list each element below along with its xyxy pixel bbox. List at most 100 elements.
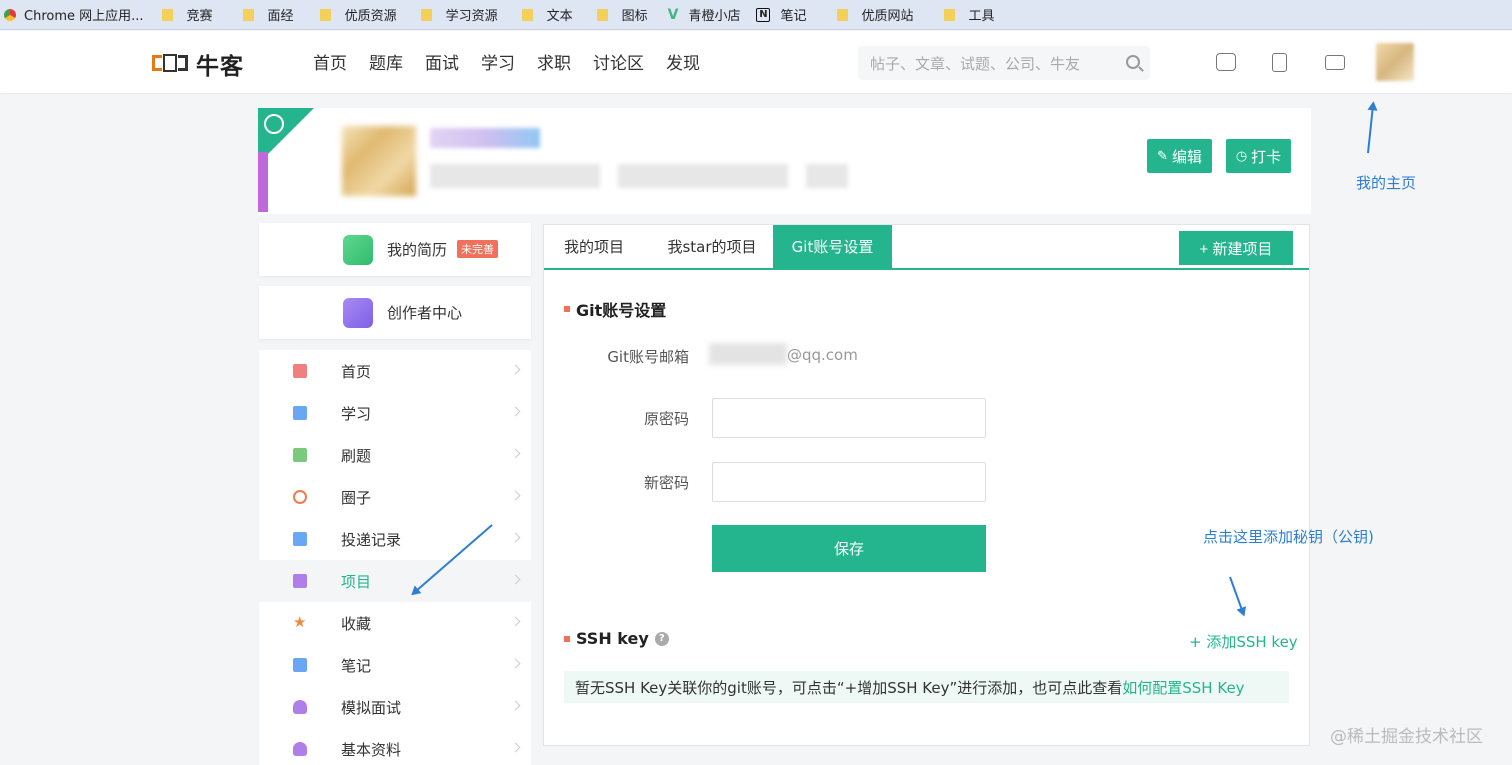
watermark: @稀土掘金技术社区: [1330, 727, 1483, 747]
bookmark-folder[interactable]: 图标: [596, 0, 648, 30]
folder-icon: [521, 8, 533, 21]
sidebar-item-favorites[interactable]: ★ 收藏: [259, 602, 531, 644]
status-badge: 未完善: [457, 240, 498, 258]
creator-icon: [343, 298, 373, 328]
folder-icon: [242, 8, 254, 21]
chevron-right-icon: [510, 700, 521, 711]
profile-card: ✎ 编辑 ◷ 打卡: [258, 108, 1311, 214]
tab-starred-projects[interactable]: 我star的项目: [652, 225, 772, 268]
email-suffix: @qq.com: [787, 346, 858, 364]
annotation-add-key: 点击这里添加秘钥（公钥): [1203, 528, 1374, 546]
new-project-button[interactable]: + 新建项目: [1179, 231, 1293, 265]
folder-icon: [596, 8, 608, 21]
bookmark-link[interactable]: N 笔记: [756, 0, 807, 30]
document-icon: [293, 406, 307, 420]
tab-git-settings[interactable]: Git账号设置: [773, 225, 892, 268]
resume-card[interactable]: 我的简历 未完善: [259, 223, 531, 276]
star-icon: ★: [293, 613, 307, 631]
folder-icon: [943, 8, 955, 21]
ssh-help-link[interactable]: 如何配置SSH Key: [1122, 677, 1244, 698]
edit-profile-button[interactable]: ✎ 编辑: [1147, 139, 1212, 173]
annotation-arrow: [1367, 103, 1375, 154]
ssh-key-heading: SSH key?: [564, 629, 669, 648]
old-password-input[interactable]: [712, 398, 986, 438]
check-in-button[interactable]: ◷ 打卡: [1226, 139, 1291, 173]
mail-icon[interactable]: [1325, 55, 1345, 70]
main-panel: 我的项目 我star的项目 Git账号设置 + 新建项目 Git账号设置 Git…: [543, 224, 1310, 746]
ssh-empty-notice: 暂无SSH Key关联你的git账号，可点击“+增加SSH Key”进行添加，也…: [564, 671, 1289, 703]
sidebar-item-mock-interview[interactable]: 模拟面试: [259, 686, 531, 728]
folder-icon: [420, 8, 432, 21]
bookmarks-bar: Chrome 网上应用... 竞赛 面经 优质资源 学习资源 文本 图标 V 青橙…: [0, 0, 1512, 30]
nav-learn[interactable]: 学习: [481, 49, 515, 74]
sidebar-item-notes[interactable]: 笔记: [259, 644, 531, 686]
tab-bar: 我的项目 我star的项目 Git账号设置 + 新建项目: [544, 225, 1309, 270]
bookmark-folder[interactable]: 优质资源: [319, 0, 397, 30]
clock-icon: ◷: [1235, 148, 1248, 163]
folder-icon: [836, 8, 848, 21]
bookmark-link[interactable]: V 青橙小店: [668, 0, 741, 30]
save-button[interactable]: 保存: [712, 525, 986, 572]
lightbulb-icon: [264, 114, 284, 134]
nav-question-bank[interactable]: 题库: [369, 49, 403, 74]
folder-icon: [319, 8, 331, 21]
bookmark-chrome-apps[interactable]: Chrome 网上应用...: [4, 0, 144, 30]
chevron-right-icon: [510, 490, 521, 501]
new-password-input[interactable]: [712, 462, 986, 502]
nav-home[interactable]: 首页: [313, 49, 347, 74]
sidebar-item-practice[interactable]: 刷题: [259, 434, 531, 476]
chrome-icon: [4, 8, 16, 21]
recruit-icon[interactable]: [1216, 53, 1236, 71]
sidebar-item-basic-info[interactable]: 基本资料: [259, 728, 531, 765]
ribbon-tail: [258, 152, 268, 212]
old-password-label: 原密码: [643, 410, 689, 428]
nav-jobs[interactable]: 求职: [537, 49, 571, 74]
sidebar-item-learn[interactable]: 学习: [259, 392, 531, 434]
tab-my-projects[interactable]: 我的项目: [544, 225, 644, 268]
profile-info: [430, 164, 848, 188]
add-ssh-key-link[interactable]: + 添加SSH key: [1189, 631, 1298, 652]
bookmark-folder[interactable]: 优质网站: [836, 0, 914, 30]
chevron-right-icon: [510, 448, 521, 459]
chevron-right-icon: [510, 364, 521, 375]
bookmark-folder[interactable]: 工具: [943, 0, 995, 30]
vue-logo-icon: V: [667, 6, 679, 23]
main-nav: 首页 题库 面试 学习 求职 讨论区 发现: [313, 49, 722, 74]
graduation-cap-icon: [293, 448, 307, 462]
bookmark-folder[interactable]: 学习资源: [420, 0, 498, 30]
sidebar-item-projects[interactable]: 项目: [259, 560, 531, 602]
help-icon[interactable]: ?: [654, 631, 669, 646]
sidebar-item-circle[interactable]: 圈子: [259, 476, 531, 518]
target-icon: [293, 490, 307, 504]
site-logo[interactable]: 牛客: [152, 47, 244, 81]
top-navbar: 牛客 首页 题库 面试 学习 求职 讨论区 发现 帖子、文章、试题、公司、牛友: [0, 31, 1512, 93]
sidebar-menu: 首页 学习 刷题 圈子 投递记录 项目 ★ 收藏 笔记 模拟面试 基本资料: [259, 350, 531, 765]
home-icon: [293, 364, 307, 378]
bookmark-folder[interactable]: 面经: [242, 0, 294, 30]
notion-logo-icon: N: [756, 7, 771, 22]
bookmark-folder[interactable]: 文本: [521, 0, 573, 30]
chevron-right-icon: [510, 742, 521, 753]
project-folder-icon: [293, 574, 307, 588]
email-label: Git账号邮箱: [607, 348, 689, 366]
chevron-right-icon: [510, 574, 521, 585]
search-input[interactable]: 帖子、文章、试题、公司、牛友: [858, 46, 1150, 80]
new-password-label: 新密码: [643, 474, 689, 492]
user-icon: [293, 700, 307, 714]
nav-interview[interactable]: 面试: [425, 49, 459, 74]
nav-discussion[interactable]: 讨论区: [593, 49, 644, 74]
folder-icon: [161, 8, 173, 21]
profile-avatar[interactable]: [342, 126, 416, 196]
nav-discover[interactable]: 发现: [666, 49, 700, 74]
chevron-right-icon: [510, 532, 521, 543]
user-avatar[interactable]: [1376, 43, 1414, 81]
email-value-redacted: [709, 343, 787, 365]
annotation-homepage: 我的主页: [1356, 174, 1417, 192]
creator-center-card[interactable]: 创作者中心: [259, 286, 531, 339]
search-icon[interactable]: [1126, 55, 1140, 69]
chevron-right-icon: [510, 616, 521, 627]
bookmark-folder[interactable]: 竞赛: [161, 0, 213, 30]
sidebar-item-home[interactable]: 首页: [259, 350, 531, 392]
chevron-right-icon: [510, 658, 521, 669]
tablet-icon[interactable]: [1272, 53, 1287, 72]
